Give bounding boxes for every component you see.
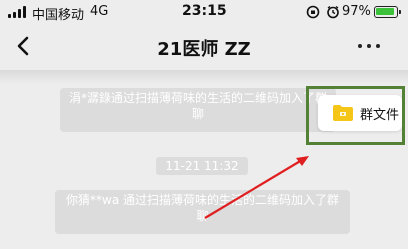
system-message: 涓*潺錄通过扫描薄荷味的生活的二维码加入了群聊 — [60, 88, 336, 132]
battery-percentage: 97% — [342, 4, 371, 19]
signal-strength-icon — [8, 6, 28, 18]
header-shadow — [0, 70, 408, 84]
annotation-highlight-box — [306, 86, 405, 145]
status-bar: 中国移动 4G 23:15 97% — [0, 0, 408, 24]
more-dot-icon — [358, 44, 362, 48]
carrier-name: 中国移动 — [32, 8, 85, 23]
chat-title: 21医师 ZZ — [157, 39, 251, 60]
chat-message-area[interactable]: 涓*潺錄通过扫描薄荷味的生活的二维码加入了群聊 11-21 11:32 你猜**… — [0, 70, 408, 249]
system-message: 你猜**wa 通过扫描薄荷味的生活的二维码加入了群聊 — [55, 190, 350, 234]
battery-fill — [376, 8, 394, 15]
status-clock: 23:15 — [182, 3, 227, 19]
network-type: 4G — [90, 4, 109, 19]
more-options-button[interactable] — [354, 34, 384, 58]
battery-icon — [374, 6, 401, 18]
more-dot-icon — [367, 44, 371, 48]
message-timestamp: 11-21 11:32 — [156, 157, 248, 175]
battery-cap — [399, 10, 401, 14]
chat-header: 21医师 ZZ — [0, 24, 408, 70]
more-dot-icon — [376, 44, 380, 48]
lock-rotation-alarm-icons — [306, 5, 339, 19]
